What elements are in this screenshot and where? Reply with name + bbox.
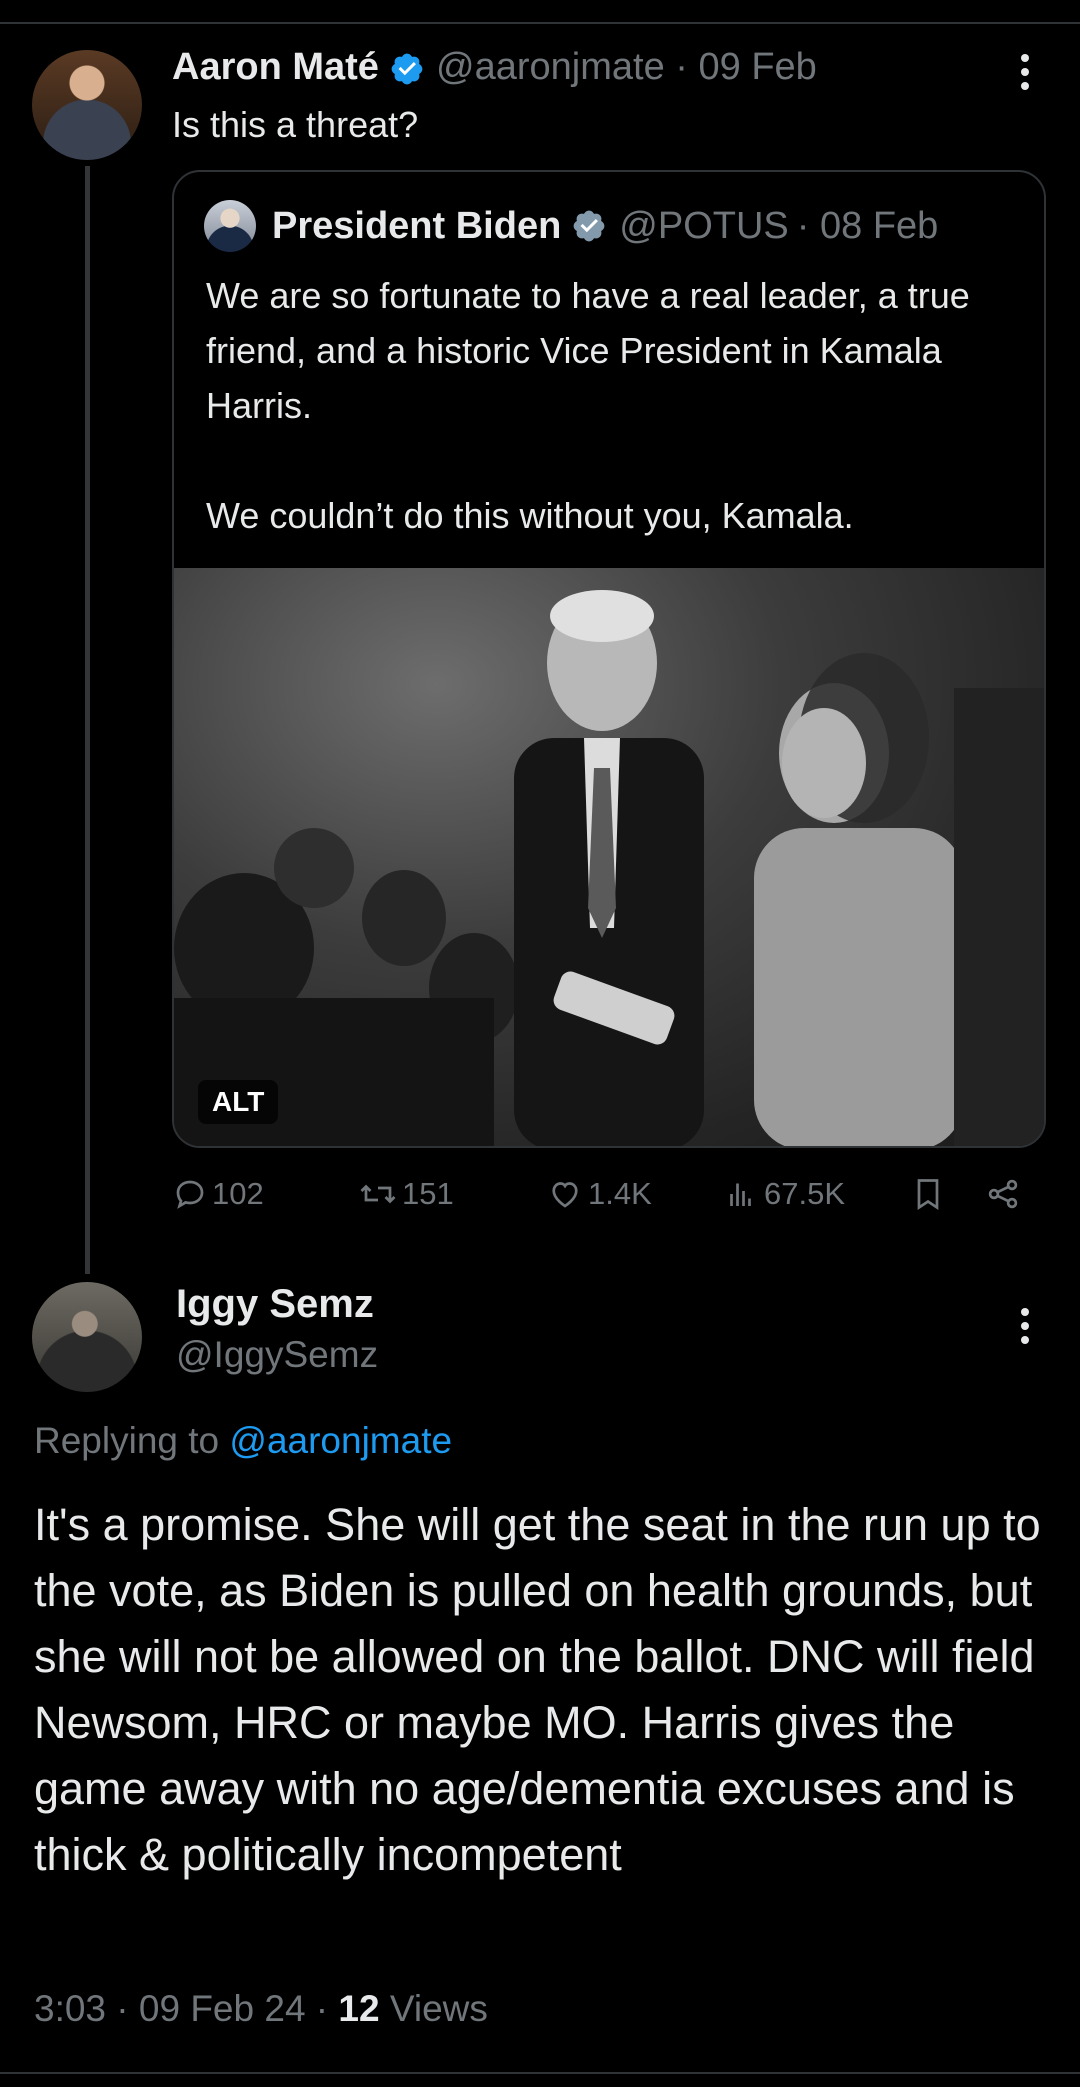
quoted-tweet-text: We are so fortunate to have a real leade…: [206, 268, 1026, 543]
alt-badge[interactable]: ALT: [198, 1080, 279, 1124]
reply-icon: [176, 1180, 204, 1209]
bookmark-button[interactable]: [910, 1176, 950, 1212]
reply-count: 102: [212, 1176, 264, 1211]
tweet-action-bar: 102 151 1.4K 67.5K: [172, 1176, 1052, 1224]
quoted-handle: @POTUS: [619, 204, 789, 247]
bottom-divider: [0, 2072, 1080, 2074]
repost-icon: [360, 1184, 396, 1204]
aaron-avatar[interactable]: [32, 50, 142, 160]
views-button[interactable]: 67.5K: [724, 1176, 845, 1212]
replying-prefix: Replying to: [34, 1420, 230, 1461]
photo-illustration: [174, 590, 1044, 1146]
views-count: 67.5K: [764, 1176, 846, 1211]
parent-tweet-header: Aaron Maté @aaronjmate · 09 Feb: [172, 46, 817, 89]
views-icon: [730, 1183, 751, 1206]
parent-date[interactable]: · 09 Feb: [675, 46, 817, 88]
like-count: 1.4K: [588, 1176, 652, 1211]
thread-line: [85, 166, 90, 1274]
quoted-tweet-photo[interactable]: ALT: [174, 568, 1044, 1146]
parent-display-name[interactable]: Aaron Maté: [172, 46, 379, 88]
share-button[interactable]: [984, 1176, 1026, 1212]
reply-views-count: 12: [338, 1988, 380, 2029]
quoted-tweet-header: President Biden @POTUS · 08 Feb: [204, 200, 938, 252]
reply-tweet-text: It's a promise. She will get the seat in…: [34, 1499, 1041, 1880]
repost-button[interactable]: 151: [358, 1176, 454, 1212]
more-icon[interactable]: [1010, 50, 1040, 94]
quoted-date: · 08 Feb: [796, 204, 939, 247]
more-icon[interactable]: [1010, 1304, 1040, 1348]
bookmark-icon: [917, 1179, 939, 1211]
reply-handle[interactable]: @IggySemz: [176, 1334, 378, 1376]
quoted-paragraph: We are so fortunate to have a real leade…: [206, 275, 970, 426]
replying-to-link[interactable]: @aaronjmate: [229, 1420, 452, 1461]
repost-count: 151: [402, 1176, 454, 1211]
quoted-paragraph: We couldn’t do this without you, Kamala.: [206, 495, 854, 536]
biden-avatar: [204, 200, 256, 252]
share-icon: [988, 1179, 1018, 1209]
verified-badge-icon: [392, 53, 423, 85]
reply-metadata: 3:03 · 09 Feb 24 · 12 Views: [34, 1988, 488, 2030]
like-icon: [552, 1182, 578, 1208]
parent-handle[interactable]: @aaronjmate: [436, 46, 665, 88]
reply-views-label: Views: [379, 1988, 488, 2029]
verified-badge-icon: [573, 210, 605, 242]
parent-tweet-text: Is this a threat?: [172, 104, 419, 145]
top-divider: [0, 22, 1080, 24]
quoted-display-name: President Biden: [272, 204, 562, 247]
reply-display-name[interactable]: Iggy Semz: [176, 1282, 374, 1327]
quoted-tweet-card[interactable]: President Biden @POTUS · 08 Feb We are s…: [172, 170, 1046, 1148]
reply-button[interactable]: 102: [172, 1176, 264, 1212]
replying-to: Replying to @aaronjmate: [34, 1420, 452, 1462]
iggy-avatar[interactable]: [32, 1282, 142, 1392]
reply-timestamp[interactable]: 3:03 · 09 Feb 24 ·: [34, 1988, 338, 2029]
like-button[interactable]: 1.4K: [546, 1176, 652, 1212]
